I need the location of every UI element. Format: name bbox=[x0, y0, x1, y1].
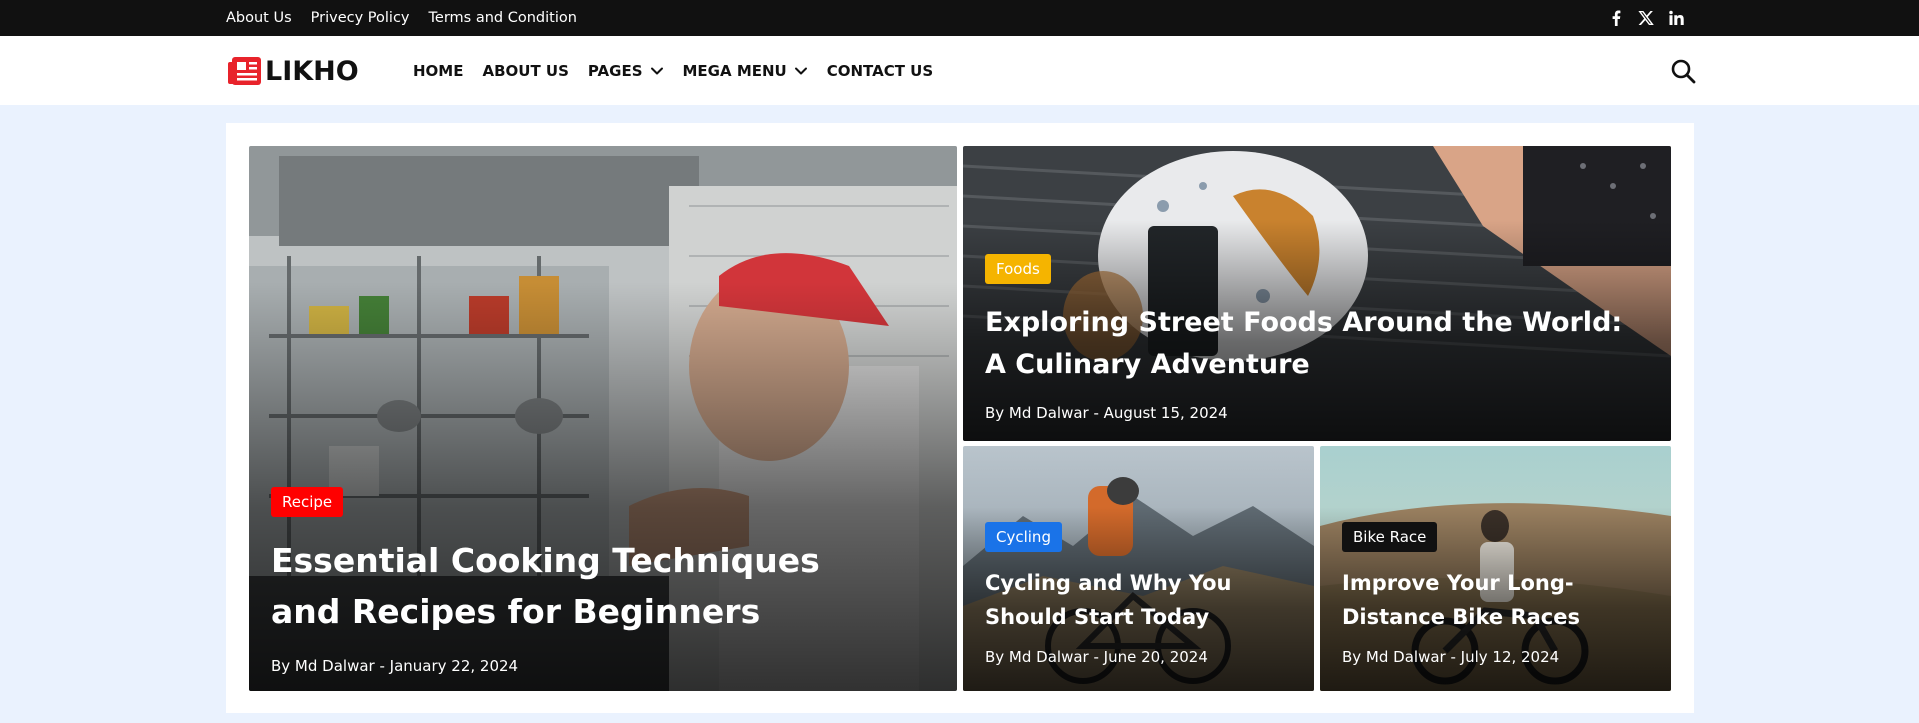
post-content: Cycling Cycling and Why You Should Start… bbox=[985, 522, 1292, 666]
linkedin-icon[interactable] bbox=[1668, 10, 1684, 26]
post-content: Foods Exploring Street Foods Around the … bbox=[985, 254, 1649, 422]
social-links bbox=[1608, 0, 1684, 36]
search-icon[interactable] bbox=[1670, 58, 1696, 84]
nav-label: MEGA MENU bbox=[682, 61, 787, 80]
post-title[interactable]: Improve Your Long-Distance Bike Races bbox=[1342, 566, 1662, 634]
chevron-down-icon bbox=[650, 64, 664, 78]
category-badge[interactable]: Bike Race bbox=[1342, 522, 1438, 552]
x-twitter-icon[interactable] bbox=[1638, 10, 1654, 26]
facebook-icon[interactable] bbox=[1608, 10, 1624, 26]
category-badge[interactable]: Recipe bbox=[271, 487, 344, 517]
nav-label: ABOUT US bbox=[482, 61, 569, 80]
nav-about-us[interactable]: ABOUT US bbox=[482, 62, 568, 80]
category-badge[interactable]: Foods bbox=[985, 254, 1051, 284]
main-nav: HOME ABOUT US PAGES MEGA MENU CONTACT US bbox=[413, 36, 952, 105]
chevron-down-icon bbox=[794, 64, 808, 78]
nav-label: HOME bbox=[413, 61, 464, 80]
top-links: About Us Privecy Policy Terms and Condit… bbox=[226, 0, 577, 36]
featured-post-card[interactable]: Recipe Essential Cooking Techniques and … bbox=[249, 146, 957, 691]
main-navbar: LIKHO HOME ABOUT US PAGES MEGA MENU CONT… bbox=[0, 36, 1919, 105]
top-link-about-us[interactable]: About Us bbox=[226, 10, 292, 26]
nav-label: PAGES bbox=[587, 61, 643, 80]
post-content: Recipe Essential Cooking Techniques and … bbox=[271, 487, 935, 675]
post-meta: By Md Dalwar - August 15, 2024 bbox=[985, 404, 1228, 422]
featured-post-card[interactable]: Foods Exploring Street Foods Around the … bbox=[963, 146, 1671, 441]
post-title[interactable]: Essential Cooking Techniques and Recipes… bbox=[271, 535, 871, 637]
featured-post-card[interactable]: Bike Race Improve Your Long-Distance Bik… bbox=[1320, 446, 1671, 691]
post-meta: By Md Dalwar - July 12, 2024 bbox=[1342, 648, 1560, 666]
nav-mega-menu[interactable]: MEGA MENU bbox=[683, 62, 808, 80]
nav-label: CONTACT US bbox=[826, 61, 934, 80]
logo-text: LIKHO bbox=[265, 55, 359, 87]
top-link-privacy-policy[interactable]: Privecy Policy bbox=[311, 10, 410, 26]
post-title[interactable]: Exploring Street Foods Around the World:… bbox=[985, 302, 1625, 386]
top-bar: About Us Privecy Policy Terms and Condit… bbox=[0, 0, 1919, 36]
nav-pages[interactable]: PAGES bbox=[588, 62, 664, 80]
featured-post-card[interactable]: Cycling Cycling and Why You Should Start… bbox=[963, 446, 1314, 691]
site-logo[interactable]: LIKHO bbox=[228, 54, 359, 88]
top-link-terms[interactable]: Terms and Condition bbox=[429, 10, 577, 26]
nav-contact-us[interactable]: CONTACT US bbox=[827, 62, 933, 80]
category-badge[interactable]: Cycling bbox=[985, 522, 1062, 552]
post-content: Bike Race Improve Your Long-Distance Bik… bbox=[1342, 522, 1649, 666]
post-meta: By Md Dalwar - January 22, 2024 bbox=[271, 657, 519, 675]
post-meta: By Md Dalwar - June 20, 2024 bbox=[985, 648, 1208, 666]
nav-home[interactable]: HOME bbox=[413, 62, 463, 80]
post-title[interactable]: Cycling and Why You Should Start Today bbox=[985, 566, 1305, 634]
newspaper-icon bbox=[228, 56, 261, 85]
